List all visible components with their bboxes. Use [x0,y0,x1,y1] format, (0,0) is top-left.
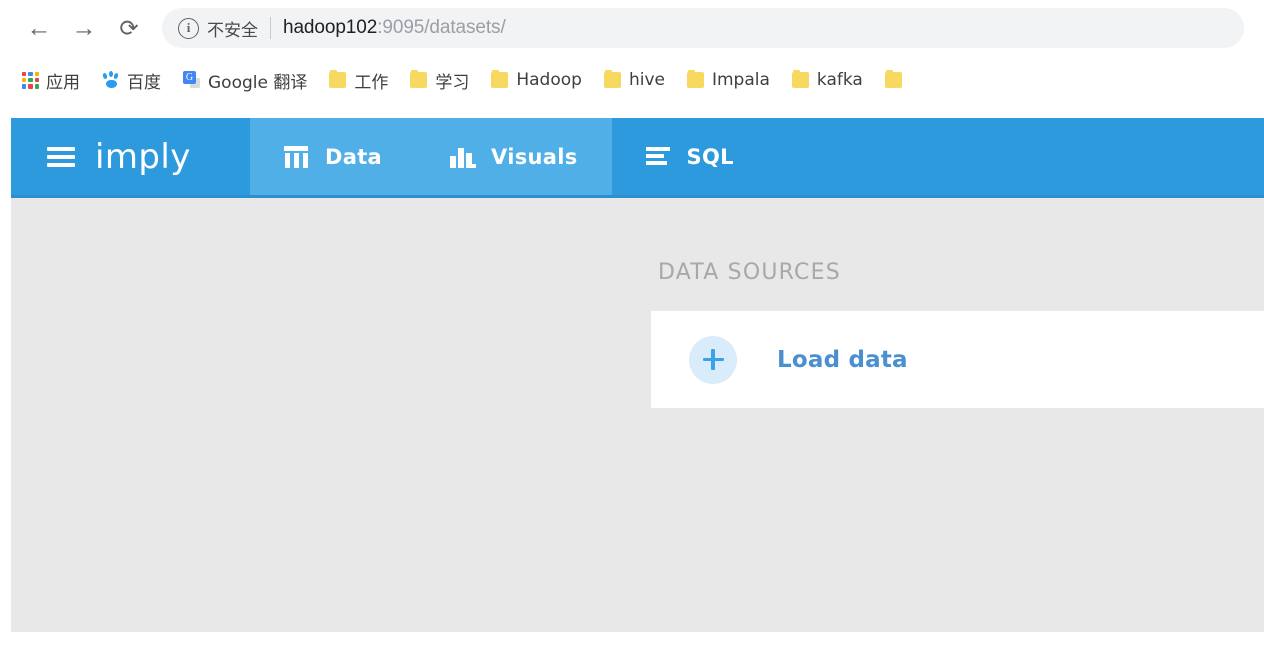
tab-label: Visuals [491,145,578,169]
folder-icon [410,72,427,88]
folder-icon [329,72,346,88]
brand-home-link[interactable]: imply [11,118,250,195]
bookmark-label: Google 翻译 [208,68,307,93]
bar-chart-icon [450,145,476,169]
app-viewport: imply Data Visuals SQL DATA SOURCES [0,110,1264,632]
url-host: hadoop102 [283,17,377,38]
security-label: 不安全 [207,16,258,41]
bookmark-folder-work[interactable]: 工作 [329,68,388,93]
forward-icon[interactable]: → [67,11,101,45]
tab-data[interactable]: Data [250,118,416,195]
page-body: DATA SOURCES Load data [11,198,1264,632]
brand-name: imply [95,137,191,177]
table-icon [284,145,310,169]
hamburger-icon[interactable] [47,147,75,167]
apps-grid-icon [22,72,39,89]
bookmark-folder-study[interactable]: 学习 [410,68,469,93]
tab-label: Data [325,145,382,169]
baidu-paw-icon [102,71,120,89]
top-navigation-bar: imply Data Visuals SQL [11,118,1264,198]
tab-visuals[interactable]: Visuals [416,118,612,195]
browser-chrome: ← → ⟳ i 不安全 hadoop102:9095/datasets/ 应用 [0,0,1264,110]
bookmark-label: 工作 [354,68,388,93]
folder-icon [491,72,508,88]
bookmark-label: kafka [817,70,863,90]
bookmark-baidu[interactable]: 百度 [102,68,161,93]
bookmark-label: 百度 [127,68,161,93]
url-text: hadoop102:9095/datasets/ [283,17,506,39]
back-icon[interactable]: ← [22,11,56,45]
site-security-indicator[interactable]: i 不安全 [178,16,258,41]
bookmark-apps[interactable]: 应用 [22,68,80,93]
reload-icon[interactable]: ⟳ [112,11,146,45]
bookmark-folder-overflow[interactable] [885,72,910,88]
tab-sql[interactable]: SQL [612,118,768,195]
tab-label: SQL [687,145,734,169]
bookmark-label: 学习 [435,68,469,93]
omnibox-row: ← → ⟳ i 不安全 hadoop102:9095/datasets/ [0,0,1264,56]
folder-icon [885,72,902,88]
data-sources-panel: DATA SOURCES Load data [640,198,1264,632]
folder-icon [792,72,809,88]
bookmarks-bar: 应用 百度 G Google 翻译 工作 学习 Hadoop [0,56,1264,104]
load-data-label: Load data [777,347,908,373]
plus-icon [689,336,737,384]
url-path: :9095/datasets/ [377,17,505,38]
bookmark-folder-kafka[interactable]: kafka [792,70,863,90]
bookmark-label: Hadoop [516,70,582,90]
folder-icon [604,72,621,88]
address-bar[interactable]: i 不安全 hadoop102:9095/datasets/ [162,8,1244,48]
lines-icon [646,145,672,169]
bookmark-google-translate[interactable]: G Google 翻译 [183,68,307,93]
bookmark-label: Impala [712,70,770,90]
load-data-card[interactable]: Load data [651,311,1264,408]
google-translate-icon: G [183,71,201,89]
bookmark-folder-hive[interactable]: hive [604,70,665,90]
bookmark-label: 应用 [46,68,80,93]
folder-icon [687,72,704,88]
info-icon: i [178,18,199,39]
omnibox-separator [270,17,271,39]
section-title: DATA SOURCES [640,198,1264,285]
bookmark-folder-impala[interactable]: Impala [687,70,770,90]
bookmark-label: hive [629,70,665,90]
bookmark-folder-hadoop[interactable]: Hadoop [491,70,582,90]
